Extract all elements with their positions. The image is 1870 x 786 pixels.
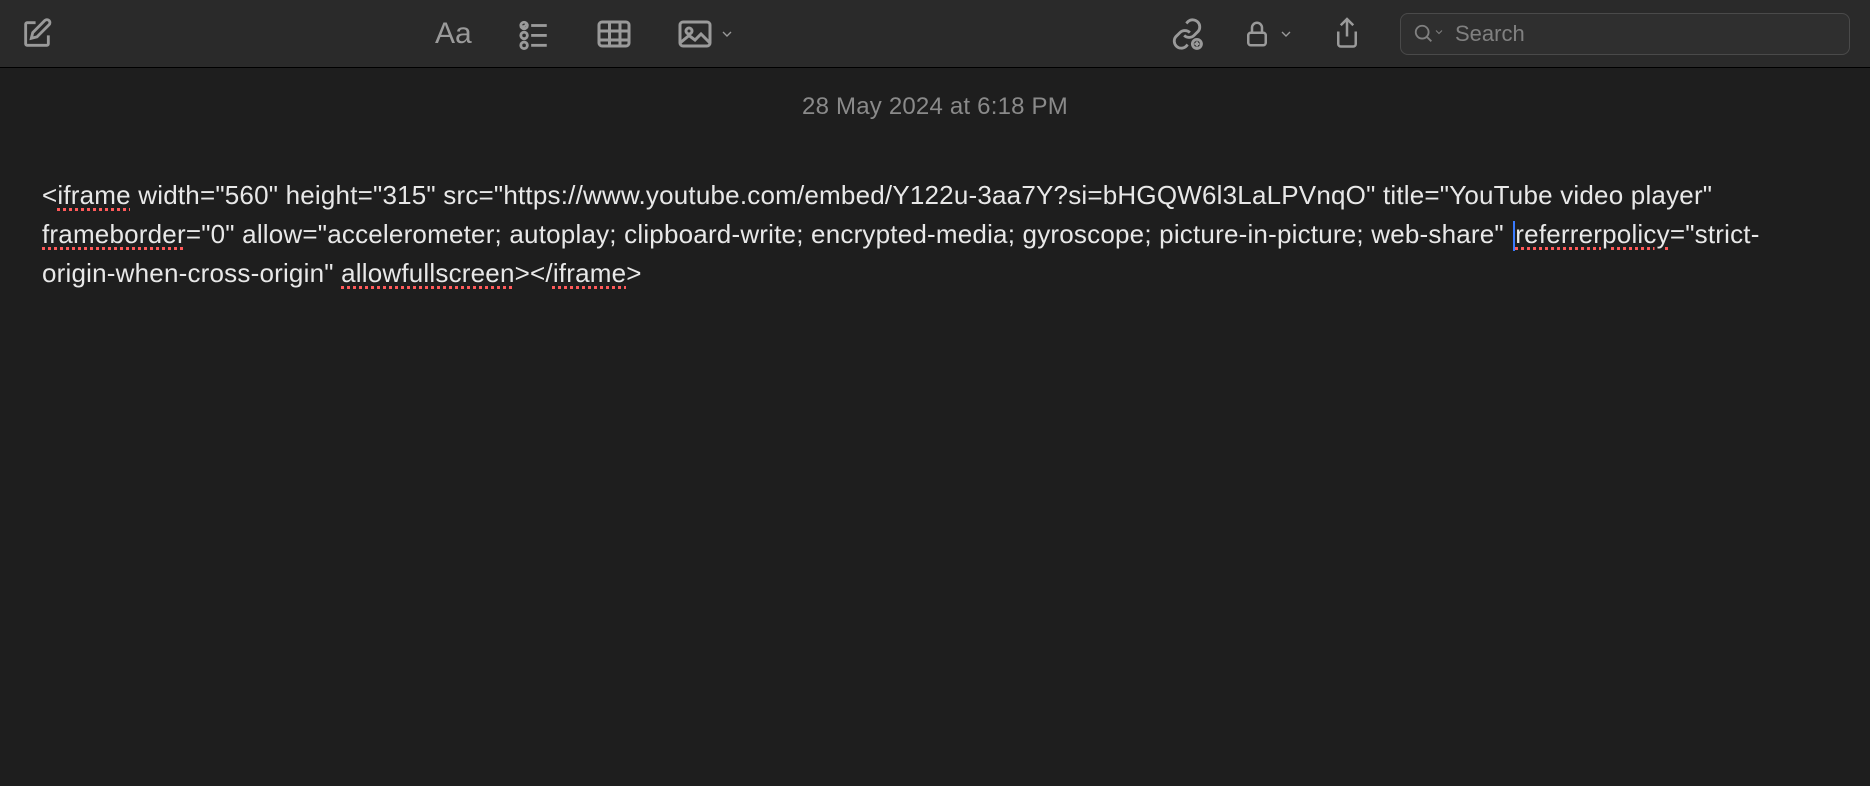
compose-icon [20, 17, 54, 51]
chevron-down-icon [1433, 25, 1445, 43]
spell-error: iframe [553, 258, 626, 288]
toolbar-left-group [20, 17, 54, 51]
note-text: ></ [515, 258, 553, 288]
toolbar-center-group: Aa [435, 17, 735, 51]
media-icon [677, 19, 713, 49]
spell-error: frameborder [42, 219, 186, 249]
table-icon [596, 19, 632, 49]
search-icon [1413, 23, 1435, 45]
checklist-button[interactable] [517, 17, 551, 51]
chevron-down-icon [719, 26, 735, 42]
compose-button[interactable] [20, 17, 54, 51]
note-content-area[interactable]: 28 May 2024 at 6:18 PM <iframe width="56… [0, 68, 1870, 318]
chevron-down-icon [1278, 26, 1294, 42]
note-text: > [626, 258, 641, 288]
link-icon [1170, 17, 1204, 51]
format-button[interactable]: Aa [435, 17, 472, 51]
checklist-icon [517, 17, 551, 51]
share-icon [1332, 16, 1362, 52]
spell-error: allowfullscreen [341, 258, 515, 288]
search-field[interactable] [1400, 13, 1850, 55]
table-button[interactable] [596, 19, 632, 49]
lock-icon [1242, 17, 1272, 51]
note-text: < [42, 180, 57, 210]
note-body[interactable]: <iframe width="560" height="315" src="ht… [42, 176, 1828, 293]
media-button[interactable] [677, 19, 735, 49]
search-input[interactable] [1455, 21, 1837, 47]
toolbar-right-group [1170, 13, 1850, 55]
link-button[interactable] [1170, 17, 1204, 51]
spell-error: iframe [57, 180, 130, 210]
note-timestamp: 28 May 2024 at 6:18 PM [42, 93, 1828, 121]
spell-error: referrerpolicy [1515, 219, 1670, 249]
share-button[interactable] [1332, 16, 1362, 52]
note-text: ="0" allow="accelerometer; autoplay; cli… [186, 219, 1511, 249]
toolbar: Aa [0, 0, 1870, 68]
note-text: width="560" height="315" src="https://ww… [131, 180, 1712, 210]
lock-button[interactable] [1242, 17, 1294, 51]
